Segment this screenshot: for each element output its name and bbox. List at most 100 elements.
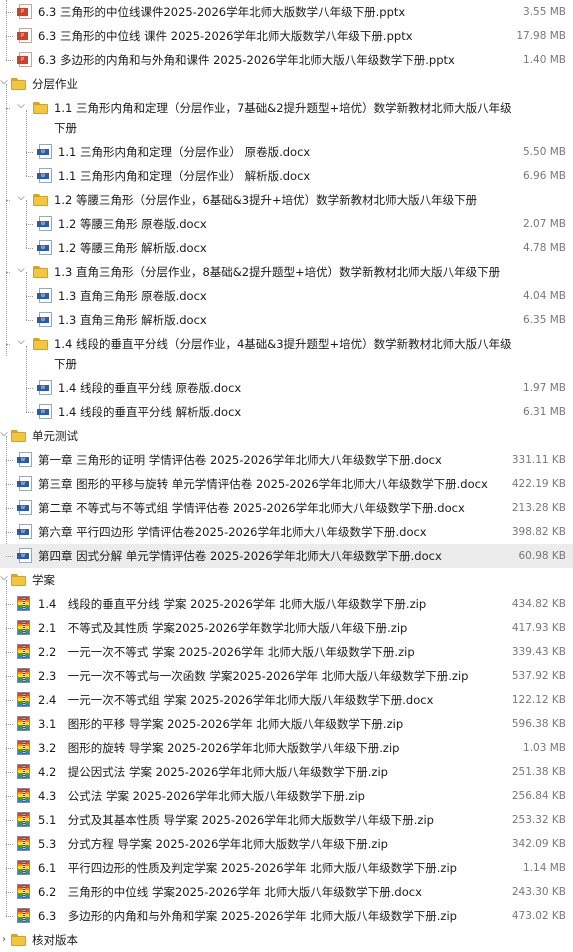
file-size: 1.14 MB: [523, 862, 566, 874]
item-name: 1.3 直角三角形（分层作业，8基础&2提升题型+培优）数学新教材北师大版八年级…: [54, 265, 501, 279]
docx-file-icon: W: [37, 404, 52, 419]
folder-icon: [11, 934, 26, 946]
zip-archive-icon: [17, 716, 30, 731]
zip-archive-icon: [17, 644, 30, 659]
folder-row[interactable]: ⌵ 1.4 线段的垂直平分线（分层作业，4基础&3提升题型+培优）数学新教材北师大…: [0, 332, 573, 376]
file-size: 4.04 MB: [523, 290, 566, 302]
file-row[interactable]: 1.4 线段的垂直平分线 学案 2025-2026学年 北师大版八年级数学下册.…: [0, 592, 573, 616]
file-row[interactable]: 2.4 一元一次不等式组 学案 2025-2026学年北师大版八年级数学下册.d…: [0, 688, 573, 712]
item-name: 4.2 提公因式法 学案 2025-2026学年北师大版八年级数学下册.zip: [38, 765, 388, 779]
file-row[interactable]: W 1.1 三角形内角和定理（分层作业） 原卷版.docx 5.50 MB: [0, 140, 573, 164]
file-size: 251.38 KB: [511, 766, 566, 778]
item-name: 4.3 公式法 学案 2025-2026学年北师大版八年级数学下册.zip: [38, 789, 365, 803]
item-name: 2.2 一元一次不等式 学案 2025-2026学年 北师大版八年级数学下册.z…: [38, 645, 415, 659]
file-row[interactable]: 6.3 多边形的内角和与外角和学案 2025-2026学年 北师大版八年级数学下…: [0, 904, 573, 928]
item-name: 分层作业: [32, 77, 78, 91]
file-row[interactable]: W 1.2 等腰三角形 原卷版.docx 2.07 MB: [0, 212, 573, 236]
folder-row[interactable]: ⌵ 分层作业: [0, 72, 573, 96]
file-row[interactable]: 2.2 一元一次不等式 学案 2025-2026学年 北师大版八年级数学下册.z…: [0, 640, 573, 664]
tree-connector: [26, 248, 33, 249]
chevron-down-icon[interactable]: ⌵: [0, 427, 10, 441]
folder-row[interactable]: › 核对版本: [0, 928, 573, 952]
file-size: 537.92 KB: [511, 670, 566, 682]
item-name: 第六章 平行四边形 学情评估卷2025-2026学年北师大八年级数学下册.doc…: [38, 525, 427, 539]
file-row[interactable]: 6.1 平行四边形的性质及判定学案 2025-2026学年 北师大版八年级数学下…: [0, 856, 573, 880]
item-name: 6.3 三角形的中位线课件2025-2026学年北师大版数学八年级下册.pptx: [38, 5, 406, 19]
file-row[interactable]: 6.2 三角形的中位线 学案2025-2026学年 北师大版八年级数学下册.do…: [0, 880, 573, 904]
item-name: 2.1 不等式及其性质 学案2025-2026学年数学北师大版八年级下册.zip: [38, 621, 408, 635]
tree-connector: [6, 676, 13, 677]
zip-archive-icon: [17, 812, 30, 827]
docx-file-icon: W: [17, 524, 32, 539]
file-row[interactable]: 3.1 图形的平移 导学案 2025-2026学年 北师大版八年级数学下册.zi…: [0, 712, 573, 736]
file-row[interactable]: W 1.2 等腰三角形 解析版.docx 4.78 MB: [0, 236, 573, 260]
item-name: 1.4 线段的垂直平分线（分层作业，4基础&3提升题型+培优）数学新教材北师大版…: [54, 337, 512, 371]
tree-connector: [6, 344, 10, 345]
item-name: 1.4 线段的垂直平分线 原卷版.docx: [58, 381, 242, 395]
file-row[interactable]: 5.1 分式及其基本性质 导学案 2025-2026学年北师大版数学八年级下册.…: [0, 808, 573, 832]
docx-file-icon: W: [37, 312, 52, 327]
file-row[interactable]: W 1.4 线段的垂直平分线 解析版.docx 6.31 MB: [0, 400, 573, 424]
file-row[interactable]: 3.2 图形的旋转 导学案 2025-2026学年北师大版数学八年级下册.zip…: [0, 736, 573, 760]
chevron-right-icon[interactable]: ›: [0, 933, 10, 947]
item-name: 6.3 多边形的内角和与外角和课件 2025-2026学年北师大版八年级数学下册…: [38, 53, 455, 67]
file-row[interactable]: 2.1 不等式及其性质 学案2025-2026学年数学北师大版八年级下册.zip…: [0, 616, 573, 640]
file-row[interactable]: W 第六章 平行四边形 学情评估卷2025-2026学年北师大八年级数学下册.do…: [0, 520, 573, 544]
file-row[interactable]: W 第一章 三角形的证明 学情评估卷 2025-2026学年北师大八年级数学下册.…: [0, 448, 573, 472]
tree-connector: [6, 916, 13, 917]
tree-connector: [6, 272, 10, 273]
docx-file-icon: W: [37, 168, 52, 183]
item-name: 第四章 因式分解 单元学情评估卷 2025-2026学年北师大八年级数学下册.d…: [38, 549, 442, 563]
tree-connector: [6, 748, 13, 749]
file-row[interactable]: 2.3 一元一次不等式与一次函数 学案2025-2026学年 北师大版八年级数学…: [0, 664, 573, 688]
chevron-down-icon[interactable]: ⌵: [0, 571, 10, 585]
file-size: 3.55 MB: [523, 6, 566, 18]
chevron-down-icon[interactable]: ⌵: [0, 75, 10, 89]
zip-archive-icon: [17, 692, 30, 707]
file-size: 339.43 KB: [511, 646, 566, 658]
tree-connector: [26, 176, 33, 177]
folder-row[interactable]: ⌵ 学案: [0, 568, 573, 592]
file-size: 243.30 KB: [511, 886, 566, 898]
tree-connector: [6, 892, 13, 893]
chevron-down-icon[interactable]: ⌵: [15, 99, 27, 113]
folder-row[interactable]: ⌵ 1.1 三角形内角和定理（分层作业，7基础&2提升题型+培优）数学新教材北师大…: [0, 96, 573, 140]
file-row[interactable]: W 第四章 因式分解 单元学情评估卷 2025-2026学年北师大八年级数学下册.…: [0, 544, 573, 568]
file-size: 60.98 KB: [518, 550, 567, 562]
docx-file-icon: W: [37, 288, 52, 303]
folder-row[interactable]: ⌵ 1.2 等腰三角形（分层作业，6基础&3提升+培优）数学新教材北师大版八年级下…: [0, 188, 573, 212]
tree-connector: [6, 460, 13, 461]
tree-connector: [26, 224, 33, 225]
file-size: 6.31 MB: [523, 406, 566, 418]
chevron-down-icon[interactable]: ⌵: [15, 191, 27, 205]
file-row[interactable]: 5.3 分式方程 导学案 2025-2026学年北师大版数学八年级下册.zip 3…: [0, 832, 573, 856]
file-row[interactable]: 4.3 公式法 学案 2025-2026学年北师大版八年级数学下册.zip 256…: [0, 784, 573, 808]
chevron-down-icon[interactable]: ⌵: [15, 335, 27, 349]
folder-row[interactable]: ⌵ 单元测试: [0, 424, 573, 448]
item-name: 1.2 等腰三角形 原卷版.docx: [58, 217, 207, 231]
file-size: 434.82 KB: [511, 598, 566, 610]
folder-row[interactable]: ⌵ 1.3 直角三角形（分层作业，8基础&2提升题型+培优）数学新教材北师大版八年…: [0, 260, 573, 284]
tree-connector: [26, 296, 33, 297]
file-size: 6.96 MB: [523, 170, 566, 182]
file-row[interactable]: P 6.3 三角形的中位线课件2025-2026学年北师大版数学八年级下册.ppt…: [0, 0, 573, 24]
file-row[interactable]: 4.2 提公因式法 学案 2025-2026学年北师大版八年级数学下册.zip 2…: [0, 760, 573, 784]
file-size: 331.11 KB: [511, 454, 566, 466]
file-size: 1.40 MB: [523, 54, 566, 66]
file-row[interactable]: W 1.3 直角三角形 解析版.docx 6.35 MB: [0, 308, 573, 332]
chevron-down-icon[interactable]: ⌵: [15, 263, 27, 277]
tree-connector: [6, 628, 13, 629]
pptx-file-icon: P: [17, 4, 32, 19]
file-size: 213.28 KB: [511, 502, 566, 514]
file-row[interactable]: W 1.4 线段的垂直平分线 原卷版.docx 1.97 MB: [0, 376, 573, 400]
file-row[interactable]: P 6.3 三角形的中位线 课件 2025-2026学年北师大版数学八年级下册.p…: [0, 24, 573, 48]
file-row[interactable]: P 6.3 多边形的内角和与外角和课件 2025-2026学年北师大版八年级数学下…: [0, 48, 573, 72]
tree-connector: [26, 152, 33, 153]
file-row[interactable]: W 第二章 不等式与不等式组 学情评估卷 2025-2026学年北师大八年级数学下…: [0, 496, 573, 520]
file-row[interactable]: W 第三章 图形的平移与旋转 单元学情评估卷 2025-2026学年北师大八年级数…: [0, 472, 573, 496]
file-row[interactable]: W 1.1 三角形内角和定理（分层作业） 解析版.docx 6.96 MB: [0, 164, 573, 188]
file-row[interactable]: W 1.3 直角三角形 原卷版.docx 4.04 MB: [0, 284, 573, 308]
item-name: 学案: [32, 573, 55, 587]
item-name: 6.3 多边形的内角和与外角和学案 2025-2026学年 北师大版八年级数学下…: [38, 909, 457, 923]
item-name: 1.4 线段的垂直平分线 解析版.docx: [58, 405, 242, 419]
